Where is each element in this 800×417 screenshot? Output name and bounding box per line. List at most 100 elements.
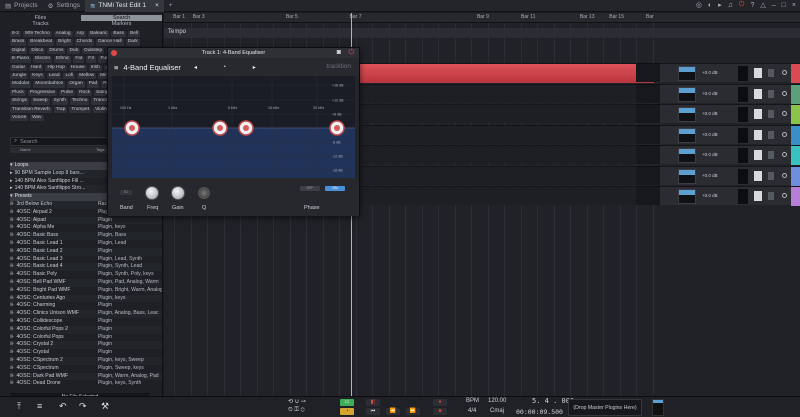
power-icon[interactable]: ⏻ xyxy=(348,49,354,57)
list-item[interactable]: ⊪ 4OSC: Colorful Pops 2 Plugin xyxy=(10,325,162,334)
list-item[interactable]: ⊪ 4OSC: Crystal Plugin xyxy=(10,349,162,357)
track-volume[interactable]: +0.0 dB xyxy=(702,91,718,96)
list-item[interactable]: ⊪ 4OSC: CSpectrum Plugin, Sweep, keys xyxy=(10,365,162,373)
maximize-icon[interactable]: □ xyxy=(782,2,786,9)
list-item[interactable]: ⊪ 4OSC: Alpha Me Plugin, keys xyxy=(10,224,162,232)
list-item[interactable]: ⊪ 4OSC: Alpad Plugin xyxy=(10,216,162,225)
close-icon[interactable]: × xyxy=(155,2,159,9)
tag-chip[interactable]: Organ xyxy=(67,81,85,88)
mute-icon[interactable] xyxy=(782,172,787,178)
tag-chip[interactable]: 8-2 xyxy=(10,31,21,38)
menu-icon[interactable]: ≡ xyxy=(37,401,42,411)
tag-chip[interactable]: Dark xyxy=(125,39,140,46)
next-preset-icon[interactable]: ▸ xyxy=(253,64,256,71)
tag-chip[interactable]: House xyxy=(68,64,87,72)
undo-icon[interactable]: ↶ xyxy=(59,401,67,412)
list-item[interactable]: ⊪ 4OSC: Colorful Pops Plugin xyxy=(10,334,162,342)
pan-button[interactable] xyxy=(768,130,774,139)
col-name[interactable]: Name xyxy=(10,147,96,153)
pan-button[interactable] xyxy=(768,110,774,118)
tag-chip[interactable]: Pad xyxy=(86,81,100,88)
plugin-slot[interactable] xyxy=(738,189,748,204)
tag-chip[interactable]: Pulse xyxy=(59,89,76,97)
time-display[interactable]: 00:00:09.500 xyxy=(516,408,563,416)
list-item[interactable]: ⊪ 4OSC: CSpectrum 2 Plugin, keys, Sweep xyxy=(10,356,162,365)
list-item[interactable]: ⊪ 4OSC: Clinics Unison WMF Plugin, Analog… xyxy=(10,310,162,318)
tempo-track[interactable]: Tempo xyxy=(164,28,800,38)
mute-icon[interactable] xyxy=(782,90,787,96)
list-item[interactable]: ⊪ 4OSC: Dark Pad WMF Plugin, Warm, Analog… xyxy=(10,372,162,381)
list-item[interactable]: ⊪ 4OSC: Charming Plugin xyxy=(10,302,162,310)
tag-chip[interactable]: Mellow xyxy=(77,73,97,80)
warning-icon[interactable]: △ xyxy=(760,1,765,9)
lock-icon[interactable]: ⏲ ⚿ ⊙ xyxy=(288,407,305,414)
tag-chip[interactable]: Irish xyxy=(88,64,102,72)
click-button[interactable]: ◔ xyxy=(340,408,354,415)
list-item[interactable]: ⊪ 4OSC: Basic Lead 1 Plugin, Lead xyxy=(10,240,162,248)
plugin-slot[interactable] xyxy=(738,148,748,163)
band-select-button[interactable]: B1 xyxy=(120,190,132,195)
plugin-slot[interactable] xyxy=(738,86,748,102)
list-item[interactable]: ⊪ 4OSC: Centuries Ago Plugin, keys xyxy=(10,294,162,303)
preset-dot-icon[interactable]: • xyxy=(224,64,226,70)
audio-clip[interactable] xyxy=(360,64,654,83)
track-volume[interactable]: +0.0 dB xyxy=(702,132,718,137)
tag-chip[interactable]: Dub xyxy=(67,47,81,55)
wrench-icon[interactable]: ⚒ xyxy=(101,401,109,412)
tab-tracks[interactable]: Tracks xyxy=(0,21,81,27)
sync-icon[interactable]: ⟲ ∪ ⊸ xyxy=(288,398,306,405)
tag-chip[interactable]: Synth xyxy=(51,98,68,105)
list-item[interactable]: ⊪ 4OSC: Crystal 2 Plugin xyxy=(10,341,162,350)
tag-chip[interactable]: Ethnic xyxy=(54,56,72,63)
tag-chip[interactable]: 909 Techno xyxy=(22,31,52,38)
tag-chip[interactable]: Trumpet xyxy=(69,106,92,114)
plugin-button[interactable] xyxy=(754,191,762,201)
time-signature[interactable]: 4/4 xyxy=(468,408,476,414)
tag-chip[interactable]: Strings xyxy=(10,98,29,105)
tag-chip[interactable]: Transition Reverb xyxy=(10,106,52,114)
list-item[interactable]: ⊪ 4OSC: Bell Pad WMF Plugin, Pad, Analog,… xyxy=(10,278,162,287)
plugin-slot[interactable] xyxy=(738,107,748,122)
eq-graph[interactable]: 100 Hz 1 kHz 5 kHz 10 kHz 20 kHz +18 dB +12 dB… xyxy=(112,76,355,178)
list-item[interactable]: ⊪ 4OSC: Dead Drone Plugin, keys, Synth xyxy=(10,380,162,388)
master-plugin-dropzone[interactable]: (Drop Master Plugins Here) xyxy=(568,399,642,416)
mute-icon[interactable] xyxy=(782,131,787,137)
key-display[interactable]: Cmaj xyxy=(490,408,504,414)
tag-chip[interactable]: Dance Hall xyxy=(96,39,124,46)
plugin-title-bar[interactable]: Track 1: 4-Band Equaliser ◙ ⏻ xyxy=(108,48,359,58)
gain-knob[interactable] xyxy=(171,186,185,200)
tab-markers[interactable]: Markers xyxy=(81,21,162,27)
tag-chip[interactable]: Wav xyxy=(30,115,44,122)
tag-chip[interactable]: Brass xyxy=(10,39,27,46)
plugin-button[interactable] xyxy=(754,68,762,78)
upload-icon[interactable]: ⤒ xyxy=(17,401,21,412)
add-tab-button[interactable]: + xyxy=(164,0,178,12)
plugin-button[interactable] xyxy=(754,129,762,140)
mode-icon[interactable]: ◐ xyxy=(708,2,712,9)
track-volume[interactable]: +0.0 dB xyxy=(702,173,718,178)
stop-button[interactable]: ■ xyxy=(433,408,447,415)
redo-icon[interactable]: ↷ xyxy=(79,401,87,412)
tag-chip[interactable]: FX xyxy=(86,56,97,63)
list-item[interactable]: ⊪ 4OSC: Basic Lead 3 Plugin, Lead, Synth xyxy=(10,256,162,264)
list-item[interactable]: ⊪ 4OSC: Basic Bass Plugin, Bass xyxy=(10,232,162,240)
loop-button[interactable]: ▭ xyxy=(340,399,354,406)
plugin-slot[interactable] xyxy=(738,168,748,184)
tag-chip[interactable]: Disco xyxy=(29,47,46,55)
audio-icon[interactable]: ♫ xyxy=(728,2,733,9)
pan-button[interactable] xyxy=(768,151,774,159)
help-icon[interactable]: ? xyxy=(750,2,754,9)
plugin-slot[interactable] xyxy=(738,127,748,143)
list-item[interactable]: ⊪ 4OSC: Bright Pad WMF Plugin, Bright, Wa… xyxy=(10,287,162,295)
mute-icon[interactable] xyxy=(782,152,787,157)
list-item[interactable]: ⊪ 4OSC: Basic Lead 2 Plugin xyxy=(10,247,162,256)
close-icon[interactable] xyxy=(111,50,117,56)
tag-chip[interactable]: Balearic xyxy=(88,31,110,38)
tag-chip[interactable]: Fat xyxy=(73,56,85,63)
tag-chip[interactable]: Pluck xyxy=(10,89,26,97)
tag-chip[interactable]: Bell xyxy=(128,31,141,38)
tag-chip[interactable]: Analog xyxy=(53,31,73,38)
plugin-button[interactable] xyxy=(754,109,762,119)
close-window-icon[interactable]: × xyxy=(792,2,796,9)
tag-chip[interactable]: Chords xyxy=(74,39,95,46)
